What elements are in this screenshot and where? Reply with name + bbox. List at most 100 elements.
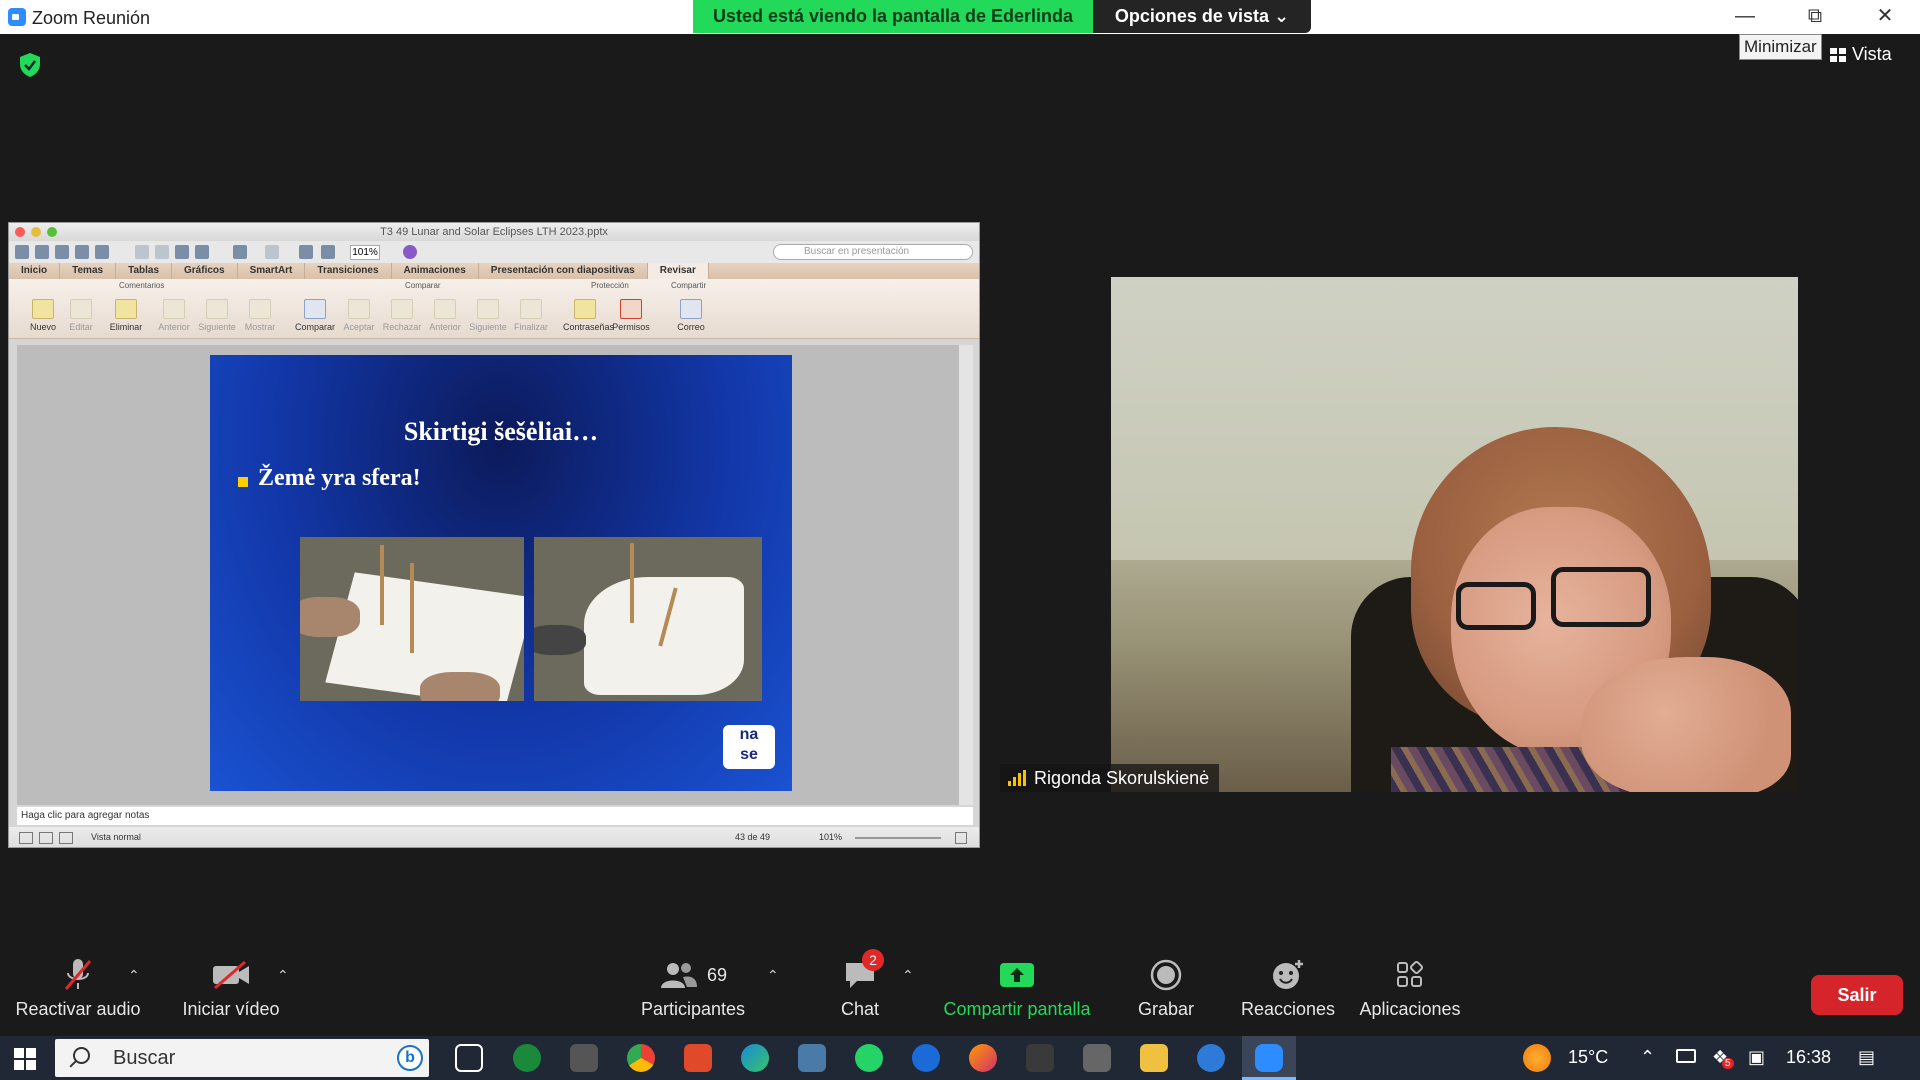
reactions-button[interactable]: Reacciones (1238, 955, 1338, 1020)
cut-icon[interactable] (135, 245, 149, 259)
app-icon[interactable] (1026, 1044, 1054, 1072)
windows-start-icon[interactable] (14, 1048, 36, 1070)
ribbon-review: Comentarios Comparar Protección Comparti… (9, 279, 979, 339)
format-painter-icon[interactable] (195, 245, 209, 259)
participants-options-caret-icon[interactable]: ⌃ (767, 967, 779, 984)
tray-overflow-chevron-icon[interactable]: ⌃ (1640, 1047, 1655, 1068)
video-options-caret-icon[interactable]: ⌃ (277, 967, 289, 984)
close-button[interactable]: ✕ (1850, 0, 1920, 34)
slide-canvas[interactable]: Skirtigi šešėliai… Žemė yra sfera! na se (17, 345, 973, 805)
audio-options-caret-icon[interactable]: ⌃ (128, 967, 140, 984)
meet-now-icon[interactable]: ▣ (1748, 1047, 1765, 1068)
apps-button[interactable]: Aplicaciones (1357, 955, 1463, 1020)
chrome-icon[interactable] (627, 1044, 655, 1072)
hand (534, 625, 586, 655)
undo-icon[interactable] (233, 245, 247, 259)
tab-smartart[interactable]: SmartArt (238, 263, 306, 279)
participants-button[interactable]: 69 Participantes (638, 955, 748, 1020)
app-icon[interactable] (1197, 1044, 1225, 1072)
tab-tablas[interactable]: Tablas (116, 263, 173, 279)
weather-sun-icon[interactable] (1523, 1044, 1551, 1072)
participant-video[interactable] (1111, 277, 1798, 792)
excel-sync-icon[interactable] (513, 1044, 541, 1072)
ribbon-button-previous[interactable]: Anterior (152, 299, 196, 332)
app-icon[interactable] (570, 1044, 598, 1072)
slideshow-view-icon[interactable] (59, 832, 73, 844)
ppt-search-input[interactable]: Buscar en presentación (773, 244, 973, 260)
shared-powerpoint-window[interactable]: T3 49 Lunar and Solar Eclipses LTH 2023.… (8, 222, 980, 848)
tab-graficos[interactable]: Gráficos (172, 263, 238, 279)
zoom-slider[interactable] (855, 837, 941, 839)
ribbon-button-compare[interactable]: Comparar (293, 299, 337, 332)
slide-scrollbar[interactable] (959, 345, 973, 805)
minimize-button[interactable]: — (1710, 0, 1780, 34)
help-icon[interactable] (403, 245, 417, 259)
normal-view-icon[interactable] (19, 832, 33, 844)
record-button[interactable]: Grabar (1131, 955, 1201, 1020)
ribbon-button-finish[interactable]: Finalizar (509, 299, 553, 332)
tab-inicio[interactable]: Inicio (9, 263, 61, 279)
ribbon-button-mail[interactable]: Correo (669, 299, 713, 332)
group-label-comments: Comentarios (119, 281, 165, 290)
tab-revisar[interactable]: Revisar (647, 263, 709, 279)
share-screen-button[interactable]: Compartir pantalla (936, 955, 1098, 1020)
slide-photo-left (300, 537, 524, 701)
sidebar-icon[interactable] (299, 245, 313, 259)
security-shield-icon[interactable] (18, 52, 42, 78)
taskbar-search-box[interactable]: Buscar b (55, 1039, 429, 1077)
redo-icon[interactable] (265, 245, 279, 259)
view-button[interactable]: Vista (1830, 44, 1892, 65)
whatsapp-icon[interactable] (855, 1044, 883, 1072)
print-icon[interactable] (95, 245, 109, 259)
ribbon-button-passwords[interactable]: Contraseñas (563, 299, 614, 332)
firefox-icon[interactable] (969, 1044, 997, 1072)
mac-minimize-icon[interactable] (31, 227, 41, 237)
notes-input[interactable]: Haga clic para agregar notas (17, 807, 973, 825)
bing-icon[interactable]: b (397, 1045, 423, 1071)
notification-center-icon[interactable]: ▤ (1858, 1047, 1875, 1068)
view-options-button[interactable]: Opciones de vista ⌄ (1093, 0, 1311, 33)
open-icon[interactable] (55, 245, 69, 259)
ribbon-button-previous-change[interactable]: Anterior (423, 299, 467, 332)
clock[interactable]: 16:38 (1786, 1047, 1831, 1068)
save-icon[interactable] (75, 245, 89, 259)
chat-button[interactable]: 2 Chat (830, 949, 890, 1020)
app-icon[interactable] (1083, 1044, 1111, 1072)
tab-transiciones[interactable]: Transiciones (305, 263, 392, 279)
slideshow-icon[interactable] (321, 245, 335, 259)
ribbon-button-next-change[interactable]: Siguiente (466, 299, 510, 332)
new-file-icon[interactable] (15, 245, 29, 259)
ribbon-button-show[interactable]: Mostrar (238, 299, 282, 332)
unmute-button[interactable]: Reactivar audio (14, 955, 142, 1020)
zoom-taskbar-icon[interactable] (1255, 1044, 1283, 1072)
tab-presentacion[interactable]: Presentación con diapositivas (479, 263, 648, 279)
app-icon[interactable] (798, 1044, 826, 1072)
sorter-view-icon[interactable] (39, 832, 53, 844)
ppt-zoom-field[interactable]: 101% (350, 245, 380, 260)
ribbon-button-reject[interactable]: Rechazar (380, 299, 424, 332)
ribbon-button-accept[interactable]: Aceptar (337, 299, 381, 332)
edge-icon[interactable] (741, 1044, 769, 1072)
ribbon-button-edit[interactable]: Editar (59, 299, 103, 332)
restore-button[interactable]: ⧉ (1780, 0, 1850, 34)
paste-icon[interactable] (175, 245, 189, 259)
fit-window-icon[interactable] (955, 832, 967, 844)
leave-meeting-button[interactable]: Salir (1811, 975, 1903, 1015)
mac-zoom-icon[interactable] (47, 227, 57, 237)
ribbon-button-next[interactable]: Siguiente (195, 299, 239, 332)
current-slide[interactable]: Skirtigi šešėliai… Žemė yra sfera! na se (210, 355, 792, 791)
start-video-button[interactable]: Iniciar vídeo (176, 955, 286, 1020)
mac-close-icon[interactable] (15, 227, 25, 237)
app-icon[interactable] (684, 1044, 712, 1072)
gallery-icon[interactable] (35, 245, 49, 259)
task-view-icon[interactable] (455, 1044, 483, 1072)
tab-animaciones[interactable]: Animaciones (392, 263, 479, 279)
chat-options-caret-icon[interactable]: ⌃ (902, 967, 914, 984)
teamviewer-icon[interactable] (912, 1044, 940, 1072)
copy-icon[interactable] (155, 245, 169, 259)
tab-temas[interactable]: Temas (60, 263, 117, 279)
file-explorer-icon[interactable] (1140, 1044, 1168, 1072)
ribbon-button-delete[interactable]: Eliminar (104, 299, 148, 332)
battery-icon[interactable] (1676, 1049, 1696, 1063)
ribbon-button-permissions[interactable]: Permisos (609, 299, 653, 332)
